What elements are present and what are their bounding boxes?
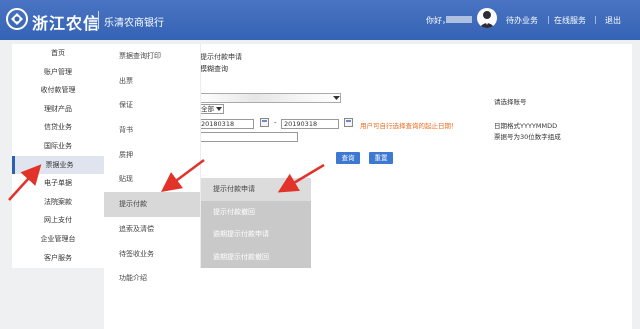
menu-item-guarantee[interactable]: 保证 [104, 93, 200, 118]
reset-button[interactable]: 重置 [369, 152, 393, 164]
brand-title: 浙江农信 [32, 14, 101, 33]
bill-number-label: 票据号为30位数字组成 [494, 133, 561, 141]
date-format-label: 日期格式YYYYMMDD [494, 122, 558, 130]
account-select[interactable] [198, 93, 341, 103]
menu-item-bill-query[interactable]: 票据查询打印 [104, 44, 200, 69]
sidebar: 首页 账户管理 收付款管理 理财产品 信贷业务 国际业务 票据业务 电子单据 法… [12, 44, 104, 268]
menu-item-pending-sign[interactable]: 待签收业务 [104, 242, 200, 267]
menu-item-overdue-prompt-withdraw[interactable]: 逾期提示付款撤回 [201, 246, 311, 269]
fuzzy-query-label: 模糊查询 [200, 65, 228, 73]
menu-item-prompt-payment-withdraw[interactable]: 提示付款撤回 [201, 201, 311, 224]
start-date-input[interactable]: 20180318 [198, 119, 254, 129]
nav-online-service-link[interactable]: 在线服务 [554, 15, 586, 26]
menu-item-prompt-payment[interactable]: 提示付款 [104, 192, 200, 217]
sidebar-item-e-documents[interactable]: 电子单据 [12, 174, 104, 193]
sidebar-item-customer-service[interactable]: 客户服务 [12, 249, 104, 268]
brand-divider [98, 11, 99, 29]
sidebar-item-enterprise[interactable]: 企业管理台 [12, 230, 104, 249]
menu-item-overdue-prompt-apply[interactable]: 逾期提示付款申请 [201, 223, 311, 246]
sidebar-item-international[interactable]: 国际业务 [12, 137, 104, 156]
menu-item-endorse[interactable]: 背书 [104, 118, 200, 143]
nav-separator: | [594, 15, 597, 24]
masked-username [446, 16, 472, 23]
menu-item-feature-intro[interactable]: 功能介绍 [104, 266, 200, 291]
bank-logo-icon [6, 8, 28, 30]
user-avatar-icon[interactable] [477, 8, 497, 28]
menu-item-recourse[interactable]: 追索及清偿 [104, 217, 200, 242]
sidebar-item-online-pay[interactable]: 网上支付 [12, 211, 104, 230]
page-title: 提示付款申请 [200, 53, 242, 61]
account-label: 请选择账号 [494, 98, 527, 106]
bank-name: 乐清农商银行 [104, 18, 164, 29]
end-date-input[interactable]: 20190318 [281, 119, 339, 129]
bills-submenu: 票据查询打印 出票 保证 背书 质押 贴现 提示付款 追索及清偿 待签收业务 功… [104, 44, 201, 282]
chevron-down-icon [216, 107, 222, 111]
prompt-payment-submenu: 提示付款申请 提示付款撤回 逾期提示付款申请 逾期提示付款撤回 [201, 178, 311, 268]
sidebar-item-accounts[interactable]: 账户管理 [12, 63, 104, 82]
calendar-icon[interactable] [344, 118, 353, 127]
menu-item-issue[interactable]: 出票 [104, 69, 200, 94]
type-select-value: 全部 [201, 105, 214, 113]
menu-item-pledge[interactable]: 质押 [104, 143, 200, 168]
sidebar-item-credit[interactable]: 信贷业务 [12, 118, 104, 137]
menu-item-prompt-payment-apply[interactable]: 提示付款申请 [201, 178, 311, 201]
sidebar-item-wealth[interactable]: 理财产品 [12, 100, 104, 119]
date-hint-text: 用户可自行选择查询的起止日期！ [360, 122, 458, 130]
calendar-icon[interactable] [260, 118, 269, 127]
sidebar-item-payments[interactable]: 收付款管理 [12, 81, 104, 100]
nav-separator: | [547, 15, 550, 24]
nav-todo-link[interactable]: 待办业务 [506, 15, 538, 26]
chevron-down-icon [333, 96, 340, 100]
nav-logout-link[interactable]: 退出 [605, 15, 621, 26]
menu-item-discount[interactable]: 贴现 [104, 167, 200, 192]
date-range-dash: - [274, 119, 277, 127]
sidebar-item-court-funds[interactable]: 法院案款 [12, 193, 104, 212]
query-button[interactable]: 查询 [336, 152, 360, 164]
sidebar-item-bills[interactable]: 票据业务 [12, 155, 104, 175]
sidebar-item-home[interactable]: 首页 [12, 44, 104, 63]
top-header: 浙江农信 乐清农商银行 你好， 待办业务 | 在线服务 | 退出 [0, 0, 640, 40]
bill-number-input[interactable] [198, 132, 298, 142]
